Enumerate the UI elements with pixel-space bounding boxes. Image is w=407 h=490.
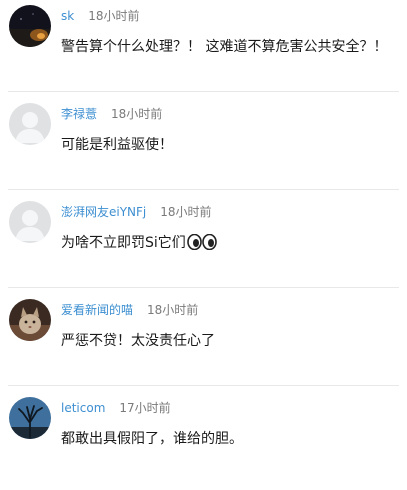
default-user-avatar-icon (9, 103, 51, 145)
comment-username[interactable]: 爱看新闻的喵 (61, 303, 133, 317)
comment-username[interactable]: 澎湃网友eiYNFj (61, 205, 146, 219)
comment-time: 18小时前 (160, 205, 212, 219)
comment-meta: 澎湃网友eiYNFj 18小时前 (61, 203, 212, 221)
comment-meta: sk 18小时前 (61, 7, 139, 25)
comment-item: 爱看新闻的喵 18小时前 严惩不贷！太没责任心了 (0, 294, 407, 392)
comment-text: 严惩不贷！太没责任心了 (61, 333, 215, 349)
comment-item: sk 18小时前 警告算个什么处理？！ 这难道不算危害公共安全？！ (0, 0, 407, 98)
comment-text: 都敢出具假阳了，谁给的胆。 (61, 431, 243, 447)
night-scene-avatar-icon (9, 5, 51, 47)
comment-username[interactable]: 李禄薏 (61, 107, 97, 121)
comment-meta: 李禄薏 18小时前 (61, 105, 162, 123)
comment-text: 警告算个什么处理？！ 这难道不算危害公共安全？！ (61, 39, 388, 55)
comment-meta: leticom 17小时前 (61, 399, 171, 417)
comment-divider (8, 385, 399, 386)
default-user-avatar-icon (9, 201, 51, 243)
comment-text: 为啥不立即罚Si它们 (61, 233, 217, 256)
comment-list: sk 18小时前 警告算个什么处理？！ 这难道不算危害公共安全？！ 李禄薏 18小时… (0, 0, 407, 476)
comment-item: 澎湃网友eiYNFj 18小时前 为啥不立即罚Si它们 (0, 196, 407, 294)
comment-text: 可能是利益驱使！ (61, 137, 173, 153)
comment-divider (8, 189, 399, 190)
comment-divider (8, 287, 399, 288)
cat-photo-avatar[interactable] (9, 299, 51, 341)
tree-silhouette-avatar[interactable] (9, 397, 51, 439)
comment-username[interactable]: leticom (61, 401, 105, 415)
comment-meta: 爱看新闻的喵 18小时前 (61, 301, 198, 319)
comment-item: 李禄薏 18小时前 可能是利益驱使！ (0, 98, 407, 196)
night-scene-avatar[interactable] (9, 5, 51, 47)
cat-photo-avatar-icon (9, 299, 51, 341)
comment-time: 18小时前 (88, 9, 140, 23)
comment-time: 18小时前 (147, 303, 199, 317)
comment-time: 18小时前 (111, 107, 163, 121)
comment-username[interactable]: sk (61, 9, 74, 23)
default-user-avatar[interactable] (9, 201, 51, 243)
comment-time: 17小时前 (119, 401, 171, 415)
default-user-avatar[interactable] (9, 103, 51, 145)
comment-divider (8, 91, 399, 92)
comment-item: leticom 17小时前 都敢出具假阳了，谁给的胆。 (0, 392, 407, 490)
tree-silhouette-avatar-icon (9, 397, 51, 439)
comment-text-body: 为啥不立即罚Si它们 (61, 235, 186, 251)
eyes-emoji-icon (186, 233, 217, 256)
